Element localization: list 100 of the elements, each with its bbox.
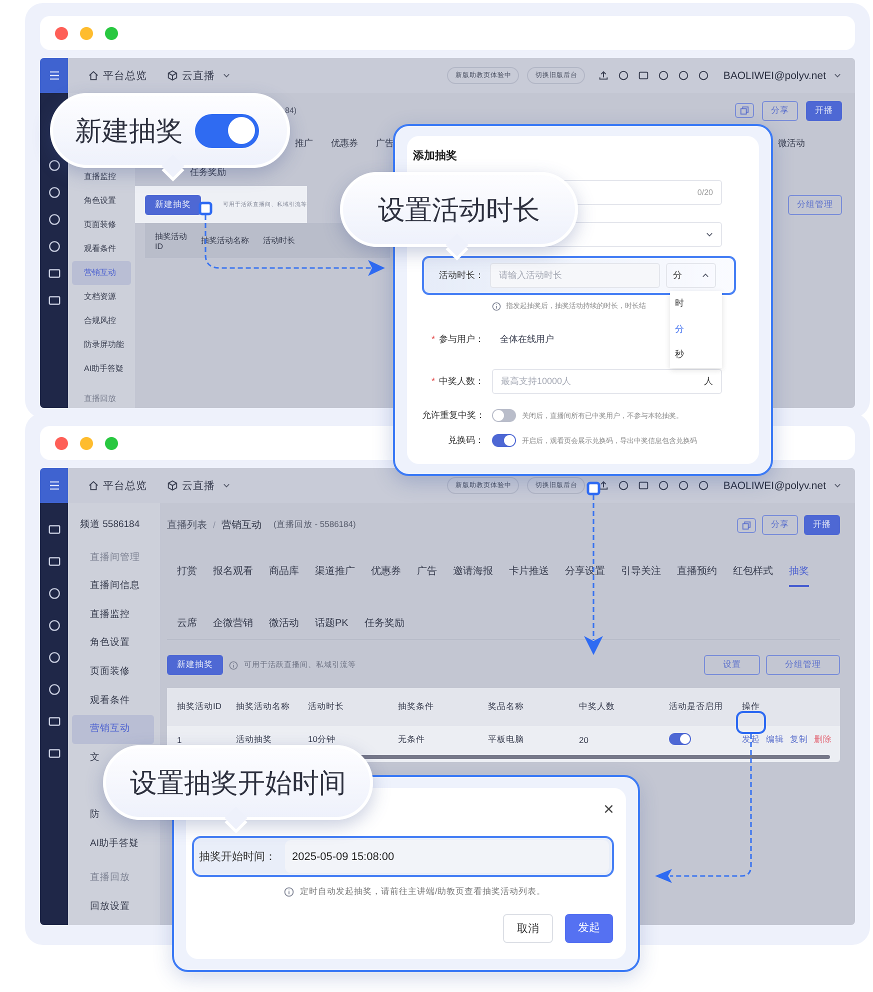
dropdown-option[interactable]: 时 xyxy=(670,291,722,317)
callout-text: 设置抽奖开始时间 xyxy=(130,766,346,800)
product-dropdown[interactable]: 云直播 xyxy=(182,68,215,82)
tab[interactable]: 优惠券 xyxy=(371,565,401,579)
tab[interactable]: 广告 xyxy=(376,136,394,150)
breadcrumb-separator: / xyxy=(213,520,216,530)
menu-button[interactable] xyxy=(40,468,68,503)
tab[interactable]: 邀请海报 xyxy=(453,565,493,579)
menu-item[interactable]: 直播监控 xyxy=(72,165,116,189)
toggle-switch[interactable] xyxy=(669,733,691,745)
menu-item[interactable]: 页面装修 xyxy=(72,213,116,237)
tab[interactable]: 任务奖励 xyxy=(190,166,226,178)
field-label: 活动时长： xyxy=(438,269,484,282)
action-link[interactable]: 发起 xyxy=(742,734,760,746)
tab[interactable]: 商品库 xyxy=(269,565,299,579)
back-link[interactable]: 频道 5586184 xyxy=(72,511,140,540)
window-close-control[interactable] xyxy=(55,436,68,450)
menu-item[interactable]: AI助手答疑 xyxy=(72,830,139,858)
tab[interactable]: 微活动 xyxy=(778,136,805,150)
chevron-down-icon xyxy=(223,73,230,78)
tab[interactable]: 优惠券 xyxy=(331,136,358,150)
unit-select[interactable]: 分 xyxy=(666,263,716,288)
confirm-button[interactable]: 发起 xyxy=(565,914,613,943)
column-header: 抽奖活动ID xyxy=(176,701,222,713)
table-cell-text: 无条件 xyxy=(397,734,426,746)
column-header: 抽奖活动名称 xyxy=(201,235,249,246)
product-dropdown[interactable]: 云直播 xyxy=(182,478,215,492)
menu-item[interactable]: 角色设置 xyxy=(72,629,130,658)
date-time-field[interactable]: 2025-05-09 15:08:00 xyxy=(285,840,609,873)
action-link[interactable]: 编辑 xyxy=(766,734,784,746)
dropdown-option[interactable]: 分 xyxy=(670,316,722,342)
column-header: 抽奖活动名称 xyxy=(235,701,291,713)
breadcrumb-link[interactable]: 直播列表 xyxy=(167,518,207,532)
tab[interactable]: 分享设置 xyxy=(565,565,605,579)
table-cell-text: 1 xyxy=(176,734,183,744)
menu-item[interactable]: 观看条件 xyxy=(72,237,116,261)
menu-item[interactable]: 直播监控 xyxy=(72,600,130,630)
new-lottery-button[interactable]: 新建抽奖 xyxy=(145,194,201,214)
menu-item[interactable]: 直播间信息 xyxy=(72,572,140,601)
tab[interactable]: 广告 xyxy=(417,565,437,579)
account-name[interactable]: BAOLIWEI@polyv.net xyxy=(723,480,826,492)
menu-button[interactable] xyxy=(40,58,68,93)
start-button[interactable]: 开播 xyxy=(804,515,840,535)
highlight-ring xyxy=(736,711,766,734)
menu-icon xyxy=(48,481,60,490)
menu-item[interactable]: 页面装修 xyxy=(72,658,130,687)
new-lottery-button[interactable]: 新建抽奖 xyxy=(167,655,223,675)
upload-icon[interactable] xyxy=(598,480,610,491)
column-header: 抽奖条件 xyxy=(397,701,435,713)
tab[interactable]: 引导关注 xyxy=(621,565,661,579)
copy-icon xyxy=(740,106,749,115)
toggle-switch[interactable] xyxy=(492,409,516,422)
table-cell-text: 10分钟 xyxy=(307,734,336,746)
chevron-down-icon xyxy=(223,483,230,488)
tab[interactable]: 卡片推送 xyxy=(509,565,549,579)
cancel-button[interactable]: 取消 xyxy=(503,914,553,943)
marker-square xyxy=(586,482,600,496)
tab[interactable]: 企微营销 xyxy=(213,617,253,631)
menu-item[interactable]: 防 xyxy=(72,800,100,830)
menu-item[interactable]: 合规风控 xyxy=(72,309,116,333)
column-header: 抽奖活动ID xyxy=(155,230,187,250)
menu-item[interactable]: AI助手答疑 xyxy=(72,357,124,381)
column-header: 活动是否启用 xyxy=(668,701,724,713)
column-header: 活动时长 xyxy=(263,235,295,246)
column-header: 操作 xyxy=(741,701,761,713)
marker-square xyxy=(198,202,212,216)
tab[interactable]: 云席 xyxy=(177,617,197,631)
menu-item[interactable]: 文 xyxy=(72,744,100,772)
tab[interactable]: 推广 xyxy=(295,136,313,150)
table-cell-text: 平板电脑 xyxy=(487,734,525,746)
tab[interactable]: 微活动 xyxy=(269,617,299,631)
menu-item[interactable]: 文档资源 xyxy=(72,285,116,309)
nav-link[interactable]: 平台总览 xyxy=(103,478,147,492)
column-header: 奖品名称 xyxy=(487,701,525,713)
menu-item[interactable]: 角色设置 xyxy=(72,189,116,213)
upload-icon[interactable] xyxy=(598,70,610,81)
copy-button[interactable] xyxy=(737,518,756,532)
toggle-switch[interactable] xyxy=(492,434,516,447)
tab[interactable]: 红包样式 xyxy=(733,565,773,579)
action-link[interactable]: 复制 xyxy=(790,734,808,746)
nav-link[interactable]: 平台总览 xyxy=(103,68,147,82)
tab[interactable]: 报名观看 xyxy=(213,565,253,579)
tab[interactable]: 任务奖励 xyxy=(364,617,404,631)
tab[interactable]: 渠道推广 xyxy=(315,565,355,579)
menu-item[interactable]: 防录屏功能 xyxy=(72,333,124,357)
start-button[interactable]: 开播 xyxy=(806,100,842,120)
input-field[interactable]: 最高支持10000人 人 xyxy=(492,369,722,394)
copy-button[interactable] xyxy=(735,103,754,118)
info-icon xyxy=(229,660,238,670)
home-icon xyxy=(88,70,99,81)
menu-item[interactable]: 回放设置 xyxy=(72,892,130,922)
dropdown-option[interactable]: 秒 xyxy=(670,342,722,368)
menu-item[interactable]: 观看条件 xyxy=(72,686,130,716)
window-close-control[interactable] xyxy=(55,26,68,40)
tab[interactable]: 打赏 xyxy=(177,565,197,579)
home-icon xyxy=(88,480,99,491)
tab[interactable]: 话题PK xyxy=(315,617,348,631)
tab[interactable]: 直播预约 xyxy=(677,565,717,579)
account-name[interactable]: BAOLIWEI@polyv.net xyxy=(723,70,826,82)
close-button[interactable]: × xyxy=(603,800,614,818)
